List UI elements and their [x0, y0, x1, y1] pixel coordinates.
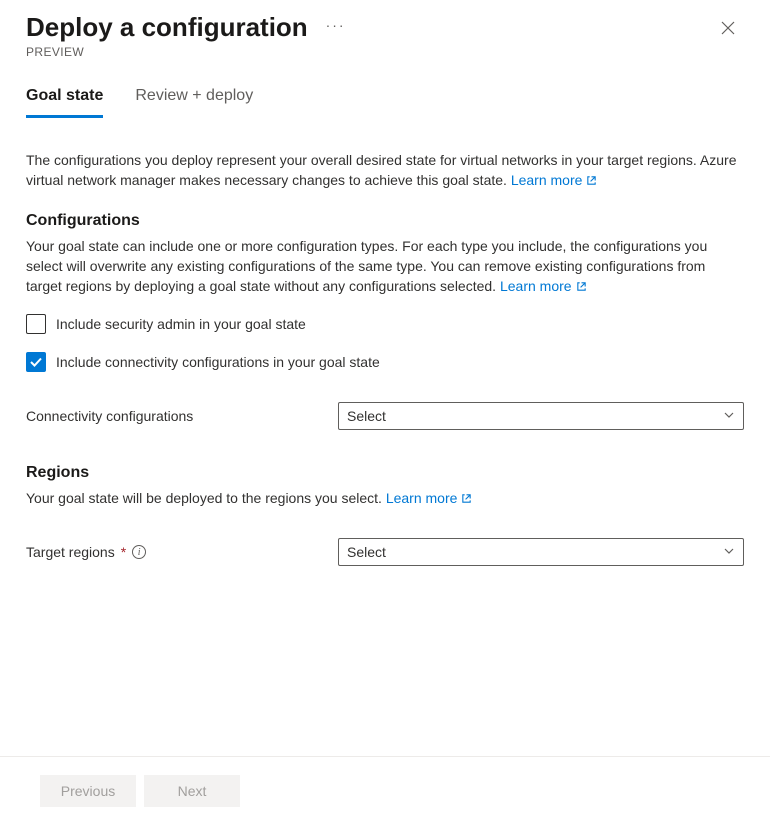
select-value: Select	[347, 408, 386, 424]
include-security-checkbox[interactable]	[26, 314, 46, 334]
chevron-down-icon	[723, 408, 735, 424]
tab-review-deploy[interactable]: Review + deploy	[135, 87, 253, 118]
select-value: Select	[347, 544, 386, 560]
previous-button[interactable]: Previous	[40, 775, 136, 807]
footer: Previous Next	[0, 756, 770, 825]
include-connectivity-label: Include connectivity configurations in y…	[56, 354, 380, 370]
close-icon	[721, 21, 735, 35]
next-button[interactable]: Next	[144, 775, 240, 807]
intro-learn-more-link[interactable]: Learn more	[511, 172, 598, 188]
configurations-copy: Your goal state can include one or more …	[26, 238, 707, 294]
target-regions-label: Target regions * i	[26, 544, 338, 560]
regions-text: Your goal state will be deployed to the …	[26, 488, 744, 508]
chevron-down-icon	[723, 544, 735, 560]
connectivity-configurations-label: Connectivity configurations	[26, 408, 338, 424]
intro-copy: The configurations you deploy represent …	[26, 152, 736, 188]
more-icon[interactable]: ···	[326, 17, 346, 33]
target-regions-select[interactable]: Select	[338, 538, 744, 566]
close-button[interactable]	[712, 12, 744, 44]
include-connectivity-checkbox[interactable]	[26, 352, 46, 372]
tab-goal-state[interactable]: Goal state	[26, 87, 103, 118]
configurations-learn-more-link[interactable]: Learn more	[500, 278, 587, 294]
check-icon	[29, 355, 43, 369]
external-link-icon	[461, 488, 472, 508]
page-title: Deploy a configuration	[26, 12, 308, 43]
configurations-heading: Configurations	[26, 212, 744, 230]
page-subtitle: PREVIEW	[26, 45, 712, 59]
external-link-icon	[576, 276, 587, 296]
external-link-icon	[586, 170, 597, 190]
intro-text: The configurations you deploy represent …	[26, 150, 744, 190]
info-icon[interactable]: i	[132, 545, 146, 559]
regions-copy: Your goal state will be deployed to the …	[26, 490, 382, 506]
include-security-label: Include security admin in your goal stat…	[56, 316, 306, 332]
connectivity-configurations-select[interactable]: Select	[338, 402, 744, 430]
regions-heading: Regions	[26, 464, 744, 482]
configurations-text: Your goal state can include one or more …	[26, 236, 744, 296]
tab-strip: Goal state Review + deploy	[0, 59, 770, 118]
regions-learn-more-link[interactable]: Learn more	[386, 490, 473, 506]
required-indicator: *	[121, 544, 126, 560]
